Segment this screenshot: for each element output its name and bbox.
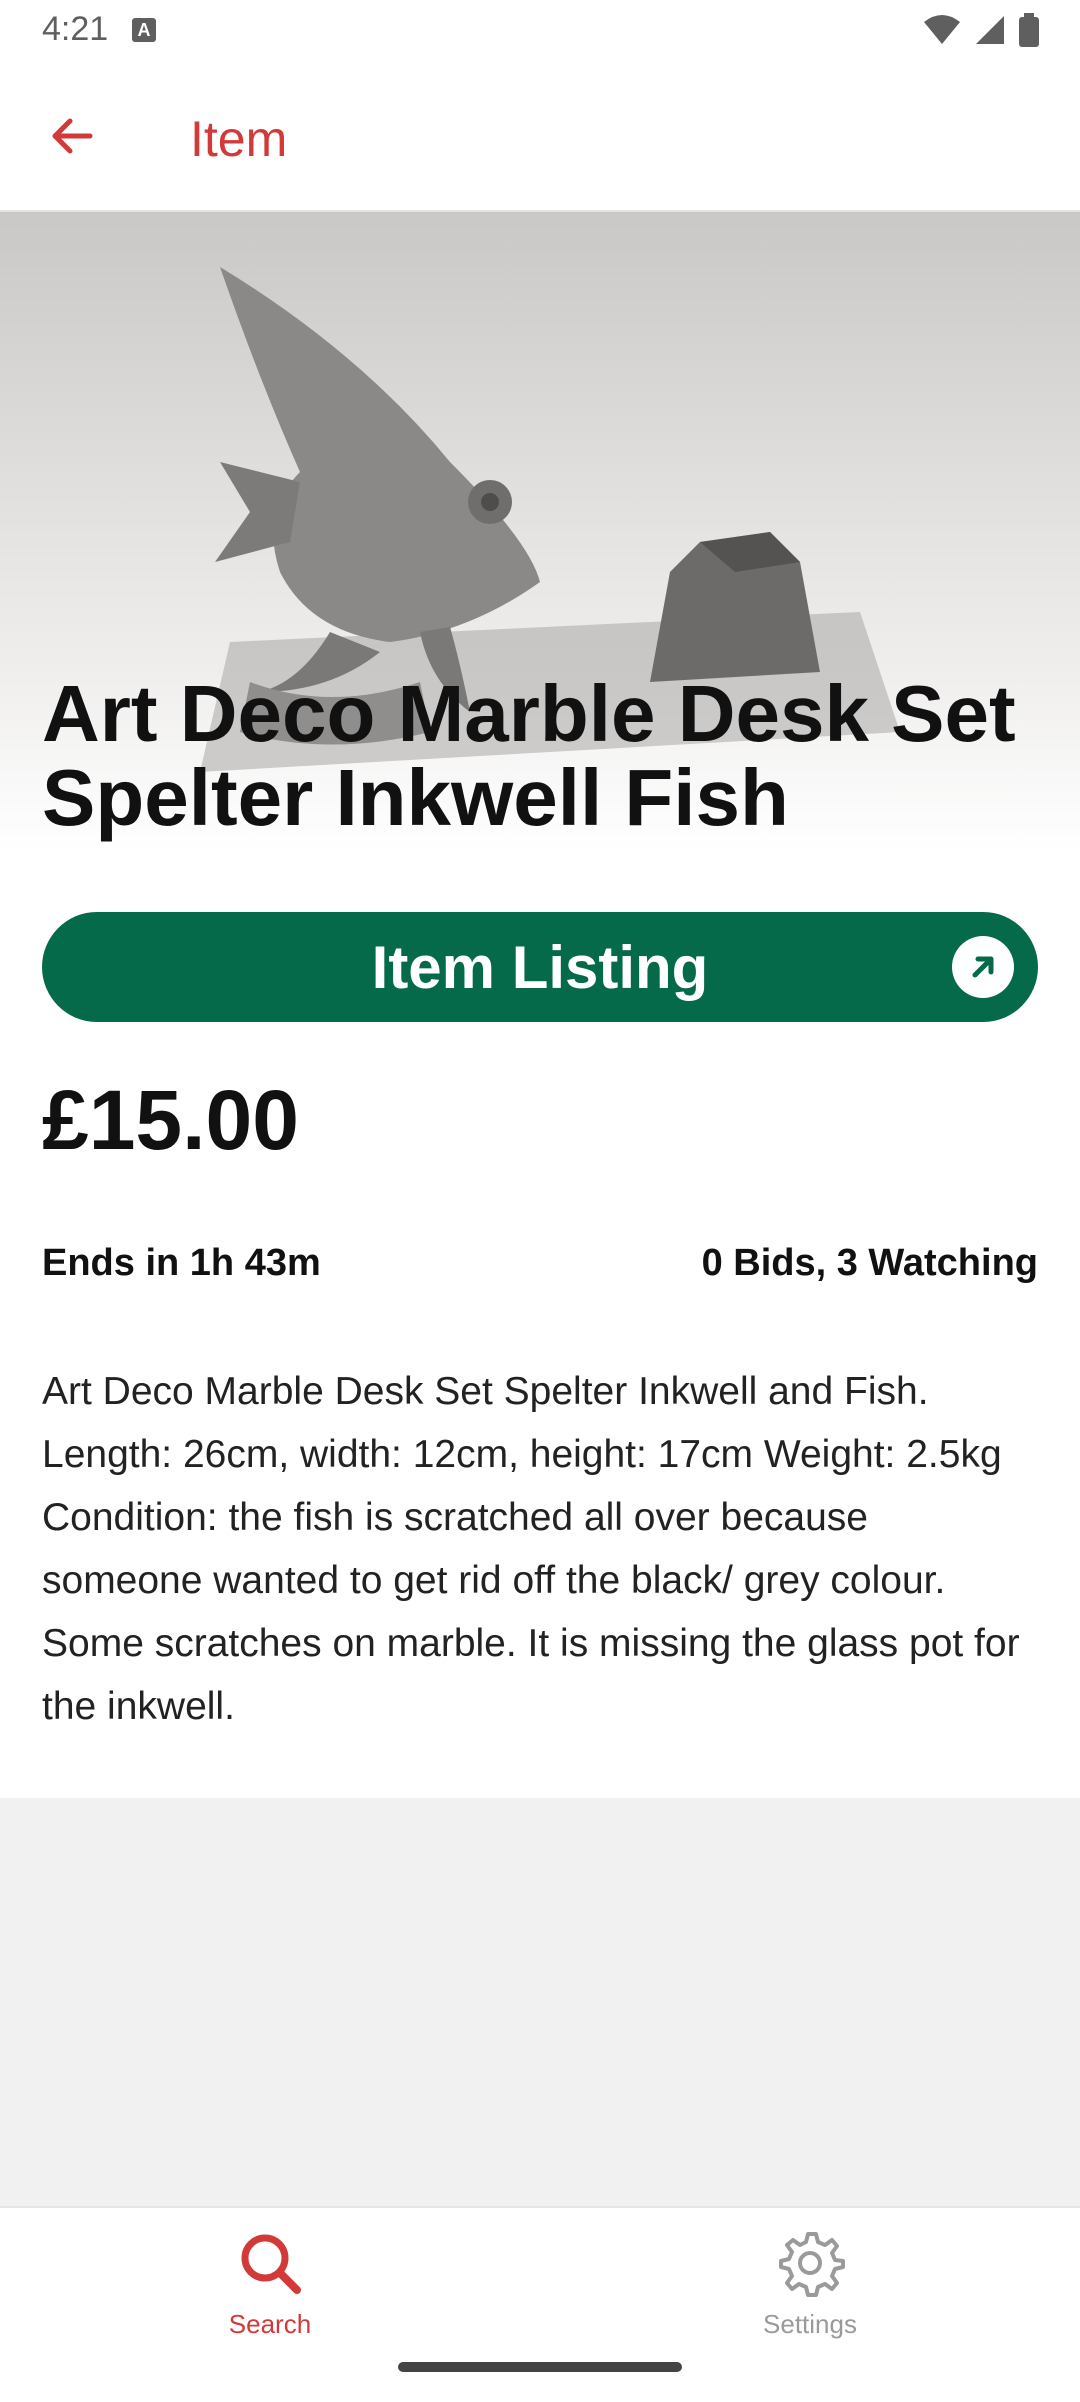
search-icon [241, 2234, 301, 2294]
item-photo: Art Deco Marble Desk Set Spelter Inkwell… [0, 212, 1080, 852]
item-listing-button[interactable]: Item Listing [42, 912, 1038, 1022]
auction-ends: Ends in 1h 43m [42, 1242, 321, 1284]
status-bar: 4:21 A [0, 0, 1080, 60]
notification-icon: A [132, 18, 156, 42]
bottom-nav: Search Settings [0, 2206, 1080, 2402]
page-title: Item [190, 111, 288, 167]
gear-icon [779, 2232, 845, 2297]
arrow-back-icon [52, 118, 93, 154]
nav-search-label: Search [228, 2309, 312, 2339]
item-detail: Art Deco Marble Desk Set Spelter Inkwell… [0, 212, 1080, 1798]
item-price: £15.00 [42, 1073, 299, 1167]
item-title: Art Deco Marble Desk Set Spelter Inkwell… [42, 669, 1016, 842]
status-time: 4:21 [42, 10, 109, 48]
wifi-icon [924, 15, 960, 44]
nav-settings-label: Settings [763, 2309, 857, 2339]
open-external-icon [952, 936, 1014, 998]
nav-search[interactable]: Search [140, 2228, 400, 2348]
item-listing-label: Item Listing [371, 933, 709, 1001]
back-button[interactable] [36, 100, 108, 172]
battery-icon [1019, 13, 1039, 47]
home-indicator[interactable] [398, 2362, 682, 2372]
app-bar: Item [0, 60, 1080, 212]
cell-signal-icon [976, 16, 1004, 44]
nav-settings[interactable]: Settings [680, 2228, 940, 2348]
bids-watching: 0 Bids, 3 Watching [701, 1242, 1038, 1284]
item-description: Art Deco Marble Desk Set Spelter Inkwell… [42, 1370, 1020, 1728]
status-icons [922, 12, 1040, 48]
